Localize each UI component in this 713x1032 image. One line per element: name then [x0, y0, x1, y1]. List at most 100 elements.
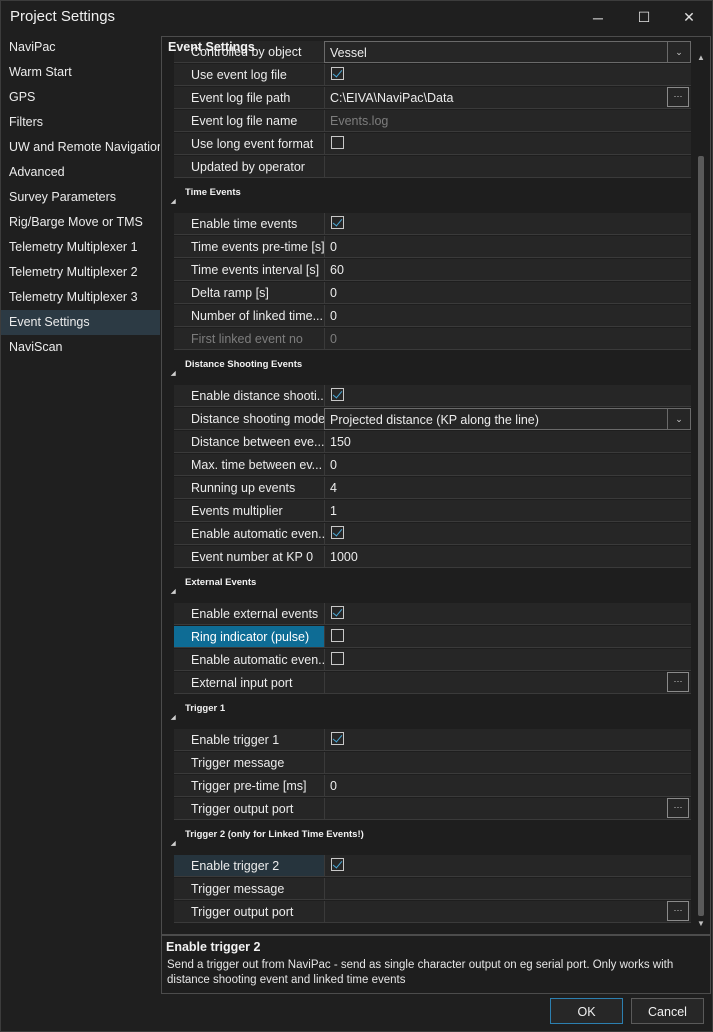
- section-header[interactable]: ◢ Time Events: [162, 179, 692, 213]
- property-row[interactable]: First linked event no 0: [162, 328, 692, 351]
- property-row[interactable]: Event log file path C:\EIVA\NaviPac\Data ·…: [162, 87, 692, 110]
- property-value-text[interactable]: 150: [330, 435, 351, 449]
- browse-button[interactable]: ···: [667, 798, 689, 818]
- property-value-text[interactable]: 4: [330, 481, 337, 495]
- property-row[interactable]: Enable trigger 2: [162, 855, 692, 878]
- property-row[interactable]: Trigger pre-time [ms] 0: [162, 775, 692, 798]
- chevron-down-icon[interactable]: ⌄: [667, 42, 690, 62]
- sidebar-item-rig-barge-move-or-tms[interactable]: Rig/Barge Move or TMS: [1, 210, 160, 235]
- property-value[interactable]: 1: [324, 500, 691, 522]
- checkbox[interactable]: [331, 606, 344, 619]
- property-value-text[interactable]: 60: [330, 263, 344, 277]
- property-row[interactable]: Updated by operator: [162, 156, 692, 179]
- section-header-label[interactable]: ◢ Trigger 2 (only for Linked Time Events!…: [162, 821, 692, 851]
- sidebar-item-telemetry-multiplexer-2[interactable]: Telemetry Multiplexer 2: [1, 260, 160, 285]
- property-row[interactable]: Enable trigger 1: [162, 729, 692, 752]
- minimize-button[interactable]: ─: [575, 1, 621, 34]
- property-row[interactable]: Distance between eve... 150: [162, 431, 692, 454]
- property-row[interactable]: Event number at KP 0 1000: [162, 546, 692, 569]
- close-button[interactable]: ✕: [666, 1, 712, 34]
- section-header[interactable]: ◢ Trigger 2 (only for Linked Time Events!…: [162, 821, 692, 855]
- property-row[interactable]: Events multiplier 1: [162, 500, 692, 523]
- property-value[interactable]: 4: [324, 477, 691, 499]
- property-checkbox-cell[interactable]: [324, 385, 691, 407]
- property-value[interactable]: 0: [324, 305, 691, 327]
- property-checkbox-cell[interactable]: [324, 649, 691, 671]
- sidebar-item-naviscan[interactable]: NaviScan: [1, 335, 160, 360]
- sidebar-item-gps[interactable]: GPS: [1, 85, 160, 110]
- sidebar-item-telemetry-multiplexer-1[interactable]: Telemetry Multiplexer 1: [1, 235, 160, 260]
- cancel-button[interactable]: Cancel: [631, 998, 704, 1024]
- property-value-text[interactable]: Projected distance (KP along the line): [330, 413, 539, 427]
- property-row[interactable]: Enable automatic even...: [162, 649, 692, 672]
- checkbox[interactable]: [331, 526, 344, 539]
- property-value[interactable]: ···: [324, 672, 691, 694]
- property-value[interactable]: ···: [324, 901, 691, 923]
- vertical-scrollbar[interactable]: ▲ ▼: [694, 51, 708, 931]
- ok-button[interactable]: OK: [550, 998, 623, 1024]
- property-value[interactable]: [324, 878, 691, 900]
- sidebar-item-event-settings[interactable]: Event Settings: [1, 310, 160, 335]
- property-checkbox-cell[interactable]: [324, 603, 691, 625]
- scroll-down-icon[interactable]: ▼: [697, 919, 705, 928]
- property-row[interactable]: Trigger message: [162, 752, 692, 775]
- property-checkbox-cell[interactable]: [324, 729, 691, 751]
- property-value[interactable]: 150: [324, 431, 691, 453]
- property-row[interactable]: Delta ramp [s] 0: [162, 282, 692, 305]
- property-value[interactable]: [324, 752, 691, 774]
- sidebar-item-telemetry-multiplexer-3[interactable]: Telemetry Multiplexer 3: [1, 285, 160, 310]
- property-value[interactable]: 0: [324, 328, 691, 350]
- checkbox[interactable]: [331, 858, 344, 871]
- property-value-text[interactable]: 1000: [330, 550, 358, 564]
- property-row[interactable]: Enable external events: [162, 603, 692, 626]
- sidebar-item-navipac[interactable]: NaviPac: [1, 35, 160, 60]
- checkbox[interactable]: [331, 629, 344, 642]
- property-row[interactable]: Number of linked time... 0: [162, 305, 692, 328]
- property-value[interactable]: [324, 156, 691, 178]
- property-checkbox-cell[interactable]: [324, 626, 691, 648]
- property-value[interactable]: 60: [324, 259, 691, 281]
- checkbox[interactable]: [331, 388, 344, 401]
- sidebar-item-advanced[interactable]: Advanced: [1, 160, 160, 185]
- property-value-text[interactable]: Events.log: [330, 114, 388, 128]
- property-value-text[interactable]: 0: [330, 332, 337, 346]
- property-value-text[interactable]: 0: [330, 240, 337, 254]
- property-row[interactable]: Use event log file: [162, 64, 692, 87]
- property-row[interactable]: Max. time between ev... 0: [162, 454, 692, 477]
- property-value-text[interactable]: 0: [330, 309, 337, 323]
- property-row[interactable]: Trigger output port ···: [162, 901, 692, 924]
- property-row[interactable]: Trigger output port ···: [162, 798, 692, 821]
- checkbox[interactable]: [331, 652, 344, 665]
- property-value[interactable]: 0: [324, 775, 691, 797]
- property-row[interactable]: Time events pre-time [s] 0: [162, 236, 692, 259]
- property-checkbox-cell[interactable]: [324, 213, 691, 235]
- property-row[interactable]: Distance shooting mode Projected distance…: [162, 408, 692, 431]
- property-value[interactable]: Vessel ⌄: [324, 41, 691, 63]
- section-header-label[interactable]: ◢ Distance Shooting Events: [162, 351, 692, 381]
- sidebar-item-survey-parameters[interactable]: Survey Parameters: [1, 185, 160, 210]
- property-row[interactable]: Use long event format: [162, 133, 692, 156]
- section-header-label[interactable]: ◢ External Events: [162, 569, 692, 599]
- sidebar-item-uw-and-remote-navigation[interactable]: UW and Remote Navigation: [1, 135, 160, 160]
- property-value-text[interactable]: C:\EIVA\NaviPac\Data: [330, 91, 453, 105]
- property-row[interactable]: Trigger message: [162, 878, 692, 901]
- property-checkbox-cell[interactable]: [324, 523, 691, 545]
- section-header-label[interactable]: ◢ Trigger 1: [162, 695, 692, 725]
- checkbox[interactable]: [331, 136, 344, 149]
- browse-button[interactable]: ···: [667, 672, 689, 692]
- property-value[interactable]: 0: [324, 236, 691, 258]
- property-value-text[interactable]: Vessel: [330, 46, 367, 60]
- property-row[interactable]: Running up events 4: [162, 477, 692, 500]
- section-header[interactable]: ◢ External Events: [162, 569, 692, 603]
- property-row[interactable]: Enable distance shooti...: [162, 385, 692, 408]
- collapse-icon[interactable]: ◢: [171, 579, 176, 606]
- scroll-up-icon[interactable]: ▲: [697, 53, 705, 62]
- property-value[interactable]: 0: [324, 282, 691, 304]
- property-value-text[interactable]: 0: [330, 779, 337, 793]
- property-value[interactable]: 0: [324, 454, 691, 476]
- property-value-text[interactable]: 0: [330, 458, 337, 472]
- collapse-icon[interactable]: ◢: [171, 361, 176, 388]
- property-checkbox-cell[interactable]: [324, 133, 691, 155]
- property-value[interactable]: C:\EIVA\NaviPac\Data ···: [324, 87, 691, 109]
- property-row[interactable]: Enable time events: [162, 213, 692, 236]
